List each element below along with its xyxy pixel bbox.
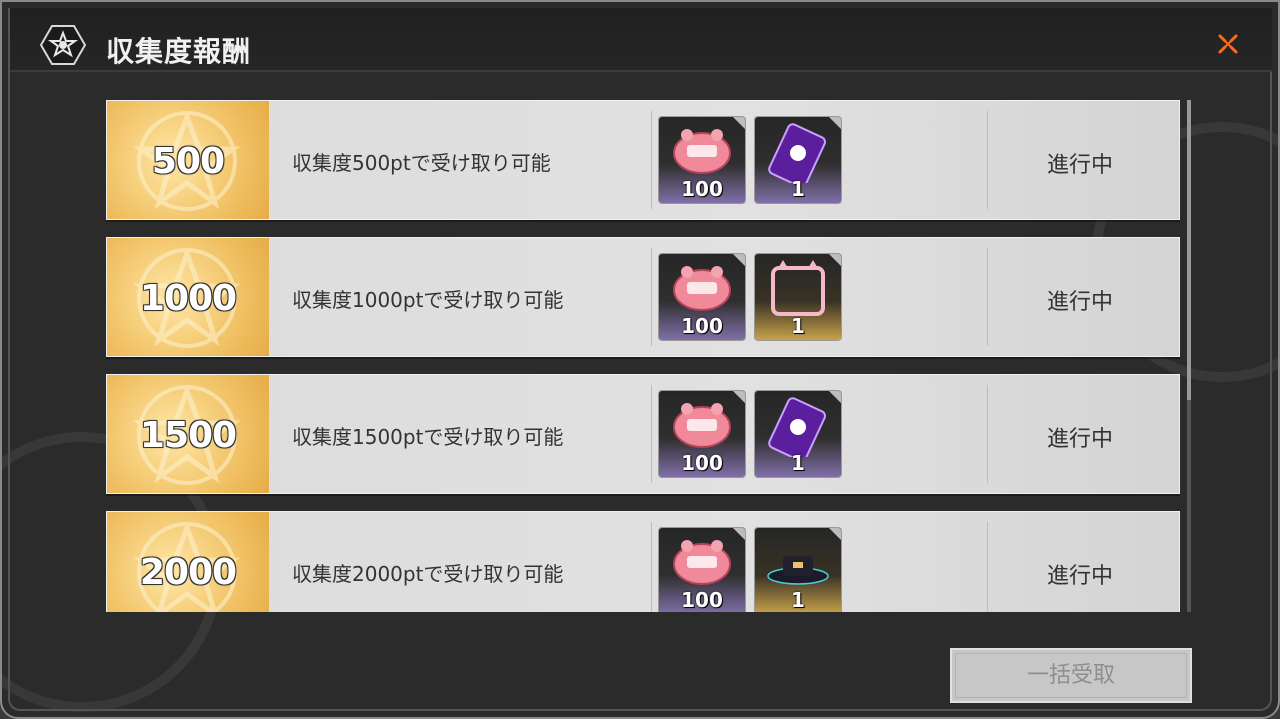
- status-label: 進行中: [1047, 427, 1114, 452]
- points-value: 1000: [139, 278, 237, 319]
- item-count: 1: [791, 314, 805, 338]
- divider: [651, 522, 652, 612]
- status-label: 進行中: [1047, 290, 1114, 315]
- item-count: 100: [681, 314, 723, 338]
- candy-ticket-icon: [673, 540, 731, 585]
- item-count: 1: [791, 177, 805, 201]
- status-label: 進行中: [1047, 153, 1114, 178]
- reward-row: 2000 収集度2000ptで受け取り可能 100 1 進行中: [106, 511, 1180, 612]
- hat-icon: [767, 556, 829, 585]
- reward-description: 収集度500ptで受け取り可能: [292, 151, 551, 175]
- reward-window: 収集度報酬 500 収集度500ptで受け取り可能 100 1 進行中 1000…: [0, 0, 1280, 719]
- points-panel: 500: [107, 101, 269, 219]
- phone-card-icon: [768, 397, 826, 457]
- reward-description: 収集度2000ptで受け取り可能: [292, 562, 564, 586]
- reward-list[interactable]: 500 収集度500ptで受け取り可能 100 1 進行中 1000 収集度10…: [106, 100, 1180, 612]
- points-panel: 2000: [107, 512, 269, 612]
- candy-ticket-icon: [673, 266, 731, 311]
- item-count: 100: [681, 177, 723, 201]
- item-count: 100: [681, 588, 723, 612]
- close-icon[interactable]: [1214, 30, 1242, 58]
- points-panel: 1500: [107, 375, 269, 493]
- item-count: 100: [681, 451, 723, 475]
- divider: [987, 385, 988, 483]
- candy-ticket-icon: [673, 129, 731, 174]
- divider: [987, 248, 988, 346]
- reward-description: 収集度1000ptで受け取り可能: [292, 288, 564, 312]
- status-label: 進行中: [1047, 564, 1114, 589]
- divider: [651, 385, 652, 483]
- collection-badge-icon: [40, 25, 86, 65]
- claim-all-button[interactable]: 一括受取: [950, 648, 1192, 703]
- cat-frame-icon: [771, 260, 825, 316]
- divider: [987, 522, 988, 612]
- scroll-thumb[interactable]: [1187, 100, 1191, 400]
- window-title: 収集度報酬: [106, 35, 252, 68]
- reward-description: 収集度1500ptで受け取り可能: [292, 425, 564, 449]
- item-count: 1: [791, 588, 805, 612]
- item-count: 1: [791, 451, 805, 475]
- reward-item[interactable]: 100: [659, 254, 745, 340]
- reward-item[interactable]: 1: [755, 391, 841, 477]
- phone-card-icon: [768, 123, 826, 183]
- candy-ticket-icon: [673, 403, 731, 448]
- reward-item[interactable]: 1: [755, 254, 841, 340]
- reward-item[interactable]: 1: [755, 528, 841, 612]
- points-value: 1500: [139, 415, 237, 456]
- reward-item[interactable]: 100: [659, 391, 745, 477]
- reward-item[interactable]: 1: [755, 117, 841, 203]
- divider: [651, 248, 652, 346]
- window-header: 収集度報酬: [10, 8, 1272, 72]
- reward-item[interactable]: 100: [659, 528, 745, 612]
- points-value: 500: [151, 141, 225, 182]
- points-panel: 1000: [107, 238, 269, 356]
- reward-row: 1000 収集度1000ptで受け取り可能 100 1 進行中: [106, 237, 1180, 357]
- reward-row: 500 収集度500ptで受け取り可能 100 1 進行中: [106, 100, 1180, 220]
- divider: [987, 111, 988, 209]
- points-value: 2000: [139, 552, 237, 593]
- reward-item[interactable]: 100: [659, 117, 745, 203]
- divider: [651, 111, 652, 209]
- scrollbar[interactable]: [1187, 100, 1191, 612]
- reward-row: 1500 収集度1500ptで受け取り可能 100 1 進行中: [106, 374, 1180, 494]
